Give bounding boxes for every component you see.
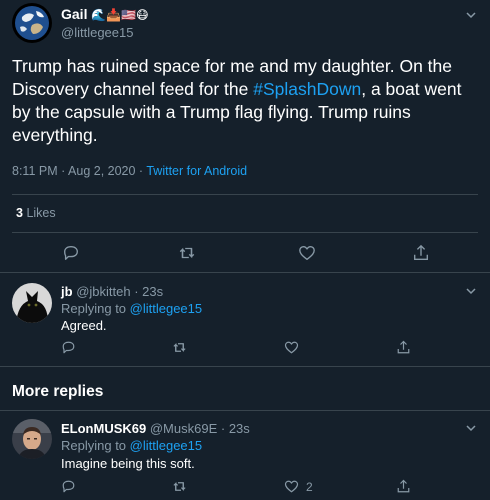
author-avatar[interactable] [12, 3, 52, 43]
reply-header: jb @jbkitteh · 23s [61, 284, 163, 299]
chevron-down-icon[interactable] [464, 421, 478, 435]
tweet-source[interactable]: Twitter for Android [146, 164, 247, 178]
divider [0, 272, 490, 273]
chevron-down-icon[interactable] [464, 8, 478, 22]
reply-icon[interactable] [61, 479, 76, 494]
share-icon[interactable] [396, 479, 411, 494]
share-icon[interactable] [412, 244, 430, 262]
replying-to-link[interactable]: @littlegee15 [130, 301, 202, 316]
reply-author-name[interactable]: ELonMUSK69 [61, 421, 146, 436]
retweet-icon[interactable] [172, 340, 187, 355]
divider [12, 232, 478, 233]
replying-to: Replying to @littlegee15 [61, 438, 203, 453]
likes-count[interactable]: 3 Likes [16, 206, 56, 220]
author-name[interactable]: Gail 🌊📥🇺🇸😷 [61, 6, 149, 22]
tweet-text: Trump has ruined space for me and my dau… [12, 56, 462, 145]
replying-to-link[interactable]: @littlegee15 [130, 438, 202, 453]
reply-text: Imagine being this soft. [61, 456, 195, 471]
like-count: 2 [306, 480, 313, 494]
reply-icon[interactable] [62, 244, 80, 262]
divider [0, 410, 490, 411]
reply-icon[interactable] [61, 340, 76, 355]
reply-author-name[interactable]: jb [61, 284, 73, 299]
reply-header: ELonMUSK69 @Musk69E · 23s [61, 421, 250, 436]
like-icon[interactable] [284, 479, 299, 494]
like-icon[interactable] [284, 340, 299, 355]
divider [12, 194, 478, 195]
reply-text: Agreed. [61, 318, 107, 333]
more-replies-heading: More replies [12, 383, 104, 400]
replying-to: Replying to @littlegee15 [61, 301, 203, 316]
tweet-meta: 8:11 PM · Aug 2, 2020 · Twitter for Andr… [12, 164, 247, 178]
reply-author-handle[interactable]: @jbkitteh [76, 284, 130, 299]
reply-avatar[interactable] [12, 419, 52, 459]
author-emojis: 🌊📥🇺🇸😷 [91, 8, 149, 22]
tweet-timestamp[interactable]: 8:11 PM · Aug 2, 2020 · [12, 164, 146, 178]
like-icon[interactable] [298, 244, 316, 262]
chevron-down-icon[interactable] [464, 284, 478, 298]
author-handle[interactable]: @littlegee15 [61, 25, 133, 40]
retweet-icon[interactable] [178, 244, 196, 262]
reply-time[interactable]: · 23s [134, 284, 163, 299]
divider [0, 366, 490, 367]
reply-author-handle[interactable]: @Musk69E [150, 421, 217, 436]
reply-avatar[interactable] [12, 283, 52, 323]
reply-time[interactable]: · 23s [221, 421, 250, 436]
share-icon[interactable] [396, 340, 411, 355]
retweet-icon[interactable] [172, 479, 187, 494]
hashtag-link[interactable]: #SplashDown [253, 79, 361, 99]
